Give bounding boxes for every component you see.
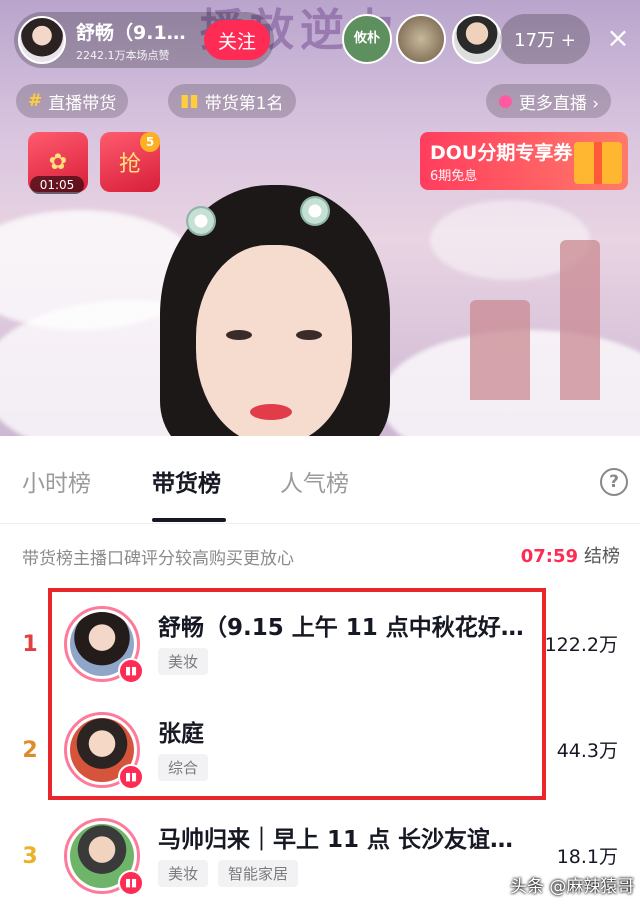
countdown-time: 07:59	[520, 546, 578, 567]
live-dot-icon: ●	[498, 91, 513, 111]
hairpin-flower	[300, 196, 330, 226]
rank-number: 3	[22, 844, 38, 869]
hashtag-icon: #	[28, 91, 43, 111]
countdown-label: 结榜	[584, 546, 620, 567]
ranking-countdown: 07:59 结榜	[521, 542, 620, 568]
viewer-count[interactable]: 17万 +	[500, 14, 590, 64]
chip-label: 更多直播 ›	[518, 93, 600, 114]
sales-metric: 18.1万	[556, 846, 618, 868]
host-avatar[interactable]	[18, 16, 66, 64]
sales-metric: 122.2万	[544, 634, 618, 656]
gift-box-icon	[574, 142, 622, 184]
installment-coupon-banner[interactable]: DOU分期专享券 6期免息	[420, 132, 628, 190]
viewer-avatar[interactable]	[396, 14, 446, 64]
tab-popularity[interactable]: 人气榜	[280, 464, 349, 498]
live-stream-video[interactable]: 播放逆力 舒畅（9.1… 2242.1万本场点赞 关注 攸朴 17万 + × #…	[0, 0, 640, 436]
active-tab-indicator	[152, 518, 226, 522]
gift-timer: 01:05	[30, 176, 84, 194]
viewer-avatar[interactable]	[452, 14, 502, 64]
tab-sales[interactable]: 带货榜	[152, 464, 221, 498]
live-signal-icon: ▮▮	[118, 870, 144, 896]
follow-button[interactable]: 关注	[204, 20, 270, 60]
host-likes: 2242.1万本场点赞	[76, 48, 170, 62]
pagoda-decoration	[560, 240, 600, 400]
ranking-tabs: 小时榜 带货榜 人气榜 ?	[0, 436, 640, 524]
sales-metric: 44.3万	[556, 740, 618, 762]
presenter-eye	[226, 330, 252, 340]
host-name: 舒畅（9.1…	[76, 21, 186, 44]
close-icon[interactable]: ×	[602, 22, 634, 54]
presenter-lips	[250, 404, 292, 420]
viewer-avatar[interactable]: 攸朴	[342, 14, 392, 64]
more-live-chip[interactable]: ● 更多直播 ›	[486, 84, 612, 118]
category-tag: 智能家居	[218, 860, 299, 887]
sales-rank-chip[interactable]: ▮▮ 带货第1名	[168, 84, 296, 118]
help-icon[interactable]: ?	[600, 468, 628, 496]
host-info-pill[interactable]: 舒畅（9.1… 2242.1万本场点赞 关注	[14, 12, 274, 68]
rank-number: 1	[22, 632, 38, 657]
gift-count-badge: 5	[140, 132, 160, 152]
source-watermark: 头条 @麻辣猿哥	[510, 877, 635, 897]
category-tag: 美妆	[158, 860, 209, 887]
streamer-name[interactable]: 马帅归来｜早上 11 点 长沙友谊…	[158, 820, 528, 854]
highlight-box	[48, 588, 546, 800]
hairpin-flower	[186, 206, 216, 236]
grab-coupon-label: 抢	[118, 152, 141, 177]
chip-label: 带货第1名	[204, 93, 284, 114]
pagoda-decoration	[470, 300, 530, 400]
bar-chart-icon: ▮▮	[180, 91, 199, 111]
tab-hourly[interactable]: 小时榜	[22, 464, 91, 498]
ranking-subheading: 带货榜主播口碑评分较高购买更放心	[22, 549, 294, 569]
gift-bag-icon: ✿	[48, 149, 68, 175]
rank-number: 2	[22, 738, 38, 763]
presenter-eye	[296, 330, 322, 340]
live-shopping-chip[interactable]: # 直播带货	[16, 84, 129, 118]
chip-label: 直播带货	[48, 93, 117, 114]
